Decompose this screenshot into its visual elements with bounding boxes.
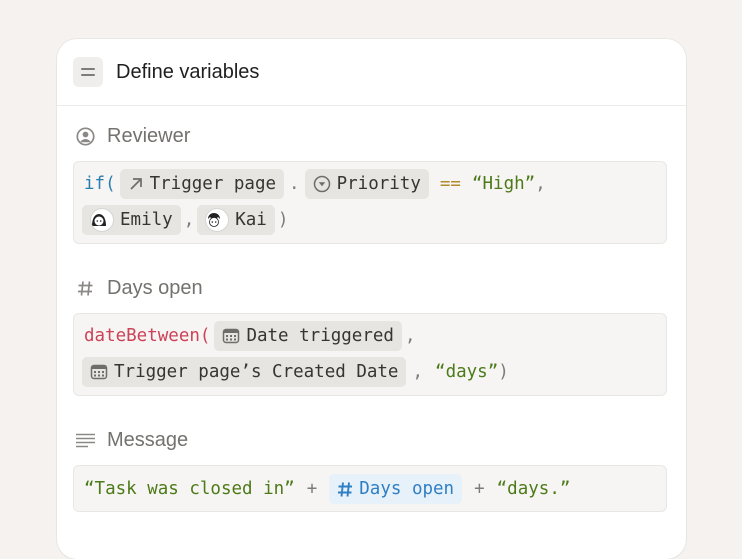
formula-line: dateBetween( Date triggered , [84,318,656,354]
priority-chip[interactable]: Priority [304,169,429,199]
task-closed-string: “Task was closed in” [84,479,295,499]
date-triggered-chip[interactable]: Date triggered [214,321,402,351]
text-lines-icon [75,431,95,451]
trigger-page-chip-label: Trigger page [149,174,277,194]
trigger-page-chip[interactable]: Trigger page [119,169,285,199]
datebetween-function: dateBetween( [84,326,211,346]
avatar-emily-icon [90,208,114,232]
close-paren: ) [277,210,289,230]
avatar-kai-icon [205,208,230,232]
close-paren: ) [498,362,509,382]
if-keyword: if( [84,174,116,194]
days-period-string: “days.” [496,479,571,499]
comma: , [183,210,195,230]
formula-line: Emily , Kai ) [82,202,656,238]
person-chip-label: Emily [120,210,173,230]
days-open-label-text: Days open [107,277,203,299]
equals-icon[interactable] [73,57,103,87]
hash-icon [75,279,95,299]
person-chip-emily[interactable]: Emily [82,205,181,235]
high-string: “High” [471,174,536,194]
created-date-chip[interactable]: Trigger page’s Created Date [82,357,407,387]
days-open-variable-chip[interactable]: Days open [329,474,463,504]
days-string: “days” [435,362,499,382]
hash-icon [338,481,353,497]
reviewer-label: Reviewer [75,125,190,148]
person-chip-label: Kai [235,210,267,230]
message-label-text: Message [107,429,189,451]
message-label: Message [75,429,188,452]
date-triggered-chip-label: Date triggered [246,326,394,346]
person-chip-kai[interactable]: Kai [197,205,275,235]
created-date-chip-label: Trigger page’s Created Date [114,362,399,382]
reviewer-formula[interactable]: if( Trigger page . Priority == “High” , … [73,161,667,244]
comma: , [412,362,424,382]
calendar-icon [223,328,240,344]
comma: , [535,174,546,194]
arrow-up-right-icon [130,178,142,190]
define-variables-card: Define variables Reviewer if( Trigger pa… [57,39,686,559]
dot-operator: . [289,174,300,194]
plus-operator: + [474,479,485,499]
message-formula[interactable]: “Task was closed in” + Days open + “days… [73,465,667,512]
comma: , [404,326,416,346]
days-open-variable-label: Days open [359,479,455,499]
priority-chip-label: Priority [336,174,421,194]
days-open-formula[interactable]: dateBetween( Date triggered , Trigger pa… [73,313,667,396]
card-title: Define variables [116,60,260,83]
select-property-icon [313,175,330,193]
reviewer-label-text: Reviewer [107,125,191,147]
card-header: Define variables [57,39,686,106]
formula-line: “Task was closed in” + Days open + “days… [84,471,656,507]
plus-operator: + [306,479,318,499]
equals-operator: == [439,174,461,194]
days-open-label: Days open [75,277,203,300]
calendar-icon [90,364,108,380]
person-circle-icon [75,127,95,147]
formula-line: if( Trigger page . Priority == “High” , [84,166,656,202]
formula-line: Trigger page’s Created Date , “days” ) [82,354,656,390]
